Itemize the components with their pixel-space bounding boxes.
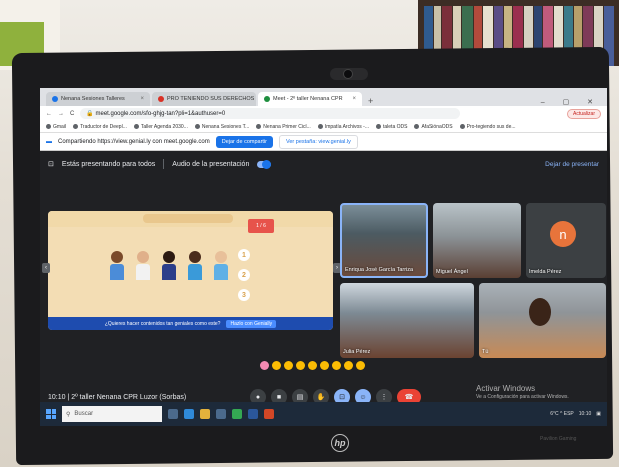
participant-face — [529, 298, 551, 326]
close-icon[interactable]: × — [352, 96, 356, 102]
google-icon — [52, 96, 58, 102]
edge-icon[interactable] — [184, 409, 194, 419]
store-icon[interactable] — [216, 409, 226, 419]
laptop-screen: Nenana Sesiones Talleres × PRO TENIENDO S… — [40, 88, 607, 426]
reload-icon[interactable]: C — [70, 111, 74, 117]
bookmark-item[interactable]: Pro-tegiendo sus de... — [459, 124, 516, 130]
surprised-reaction-icon[interactable] — [320, 361, 329, 370]
task-view-icon[interactable] — [168, 409, 178, 419]
thumbs-up-reaction-icon[interactable] — [272, 361, 281, 370]
bookmark-item[interactable]: Gmail — [46, 124, 66, 130]
meeting-info: 10:10 | 2º taller Nenana CPR Luzor (Sorb… — [48, 394, 187, 401]
meet-window: ⊡ Estás presentando para todos Audio de … — [40, 151, 607, 426]
step-number[interactable]: 1 — [238, 249, 250, 261]
sharing-infobar: ▬ Compartiendo https://view.genial.ly co… — [40, 133, 607, 151]
presentation-bar: ⊡ Estás presentando para todos Audio de … — [48, 159, 272, 169]
address-bar-row: ← → C 🔒 meet.google.com/sfo-ghjg-tan?pli… — [40, 106, 607, 121]
file-explorer-icon[interactable] — [200, 409, 210, 419]
participant-tile[interactable]: Miguel Ángel — [433, 203, 521, 278]
bookmark-item[interactable]: Impatía Archivos -... — [317, 124, 369, 130]
bookmark-item[interactable]: Taller Agenda 2030... — [133, 124, 188, 130]
thumbs-down-reaction-icon[interactable] — [356, 361, 365, 370]
stop-sharing-button[interactable]: Dejar de compartir — [215, 135, 273, 148]
system-tray[interactable]: 6°C ^ ESP 10:10 ▣ — [550, 411, 601, 417]
clap-reaction-icon[interactable] — [296, 361, 305, 370]
photo-scene: Nenana Sesiones Talleres × PRO TENIENDO S… — [0, 0, 619, 467]
step-number[interactable]: 3 — [238, 289, 250, 301]
character-figure — [188, 251, 202, 281]
bookmark-item[interactable]: AfaSiónaODS — [414, 124, 453, 130]
laugh-reaction-icon[interactable] — [308, 361, 317, 370]
tab-sesiones[interactable]: Nenana Sesiones Talleres × — [46, 92, 150, 106]
bookmark-icon — [376, 124, 381, 129]
step-number[interactable]: 2 — [238, 269, 250, 281]
present-icon: ⊡ — [48, 161, 54, 168]
bookmarks-bar: Gmail Traductor de Deepl... Taller Agend… — [40, 121, 607, 133]
windows-activation-watermark: Activar Windows Ve a Configuración para … — [476, 384, 569, 400]
model-label: Pavilion Gaming — [540, 436, 577, 442]
browser-tab-strip: Nenana Sesiones Talleres × PRO TENIENDO S… — [40, 88, 607, 106]
bookmark-icon — [73, 124, 79, 129]
forward-icon[interactable]: → — [58, 111, 64, 117]
meet-icon — [264, 96, 270, 102]
window-controls[interactable]: – ▢ ✕ — [541, 98, 607, 106]
genially-footer: ¿Quieres hacer contenidos tan geniales c… — [48, 317, 333, 330]
switch-tab-button[interactable]: Ver pestaña: view.genial.ly — [279, 134, 358, 149]
slide-counter-badge: 1 / 6 — [248, 219, 274, 233]
bookmark-icon — [194, 124, 200, 129]
character-figure — [136, 251, 150, 281]
chevron-left-icon[interactable]: ‹ — [42, 263, 50, 273]
youtube-icon — [158, 96, 164, 102]
bookmark-icon — [46, 124, 51, 129]
participant-tile[interactable]: n Imelda Pérez — [526, 203, 606, 278]
bookmark-item[interactable]: Nenana Primer Cicl... — [256, 124, 311, 130]
notifications-icon[interactable]: ▣ — [596, 411, 601, 417]
back-icon[interactable]: ← — [46, 111, 52, 117]
chrome-icon[interactable] — [232, 409, 242, 419]
taskbar-search[interactable]: ⚲ Buscar — [62, 406, 162, 422]
hp-logo: hp — [331, 434, 349, 452]
share-screen-icon: ▬ — [46, 138, 52, 145]
audio-toggle[interactable] — [257, 159, 272, 169]
bookmark-item[interactable]: Nenana Sesiones T... — [194, 124, 249, 130]
bookmark-icon — [317, 124, 323, 129]
new-tab-button[interactable]: + — [364, 96, 377, 106]
stop-presenting-link[interactable]: Dejar de presentar — [545, 161, 599, 168]
genially-cta-button[interactable]: Hazlo con Genially — [226, 319, 277, 328]
presented-slide: 1 / 6 1 2 3 ¿Quieres hacer contenidos ta… — [48, 211, 333, 330]
url-input[interactable]: 🔒 meet.google.com/sfo-ghjg-tan?pli=1&aut… — [80, 108, 461, 119]
participant-tile[interactable]: Enriqua José García Tarriza — [340, 203, 428, 278]
tab-meet[interactable]: Meet - 2º taller Nenana CPR × — [258, 92, 362, 106]
lock-icon: 🔒 — [86, 111, 96, 117]
reaction-bar — [260, 361, 365, 370]
bookmark-icon — [133, 124, 139, 129]
avatar: n — [550, 221, 576, 247]
character-figure — [214, 251, 228, 281]
powerpoint-icon[interactable] — [264, 409, 274, 419]
bookmark-icon — [459, 124, 465, 129]
divider — [163, 159, 165, 169]
sad-reaction-icon[interactable] — [332, 361, 341, 370]
thinking-reaction-icon[interactable] — [344, 361, 353, 370]
heart-reaction-icon[interactable] — [260, 361, 269, 370]
bookmark-item[interactable]: Traductor de Deepl... — [73, 124, 127, 130]
webcam — [330, 68, 368, 80]
close-icon[interactable]: × — [140, 96, 144, 102]
tab-derechos[interactable]: PRO TENIENDO SUS DERECHOS× — [152, 92, 256, 106]
update-button[interactable]: Actualizar — [567, 108, 601, 119]
participant-tile[interactable]: Julia Pérez — [340, 283, 474, 358]
clock: 10:10 — [578, 411, 592, 417]
participant-tile[interactable]: Tú — [479, 283, 606, 358]
search-icon: ⚲ — [66, 411, 71, 418]
word-icon[interactable] — [248, 409, 258, 419]
character-figure — [162, 251, 176, 281]
bookmark-icon — [256, 124, 262, 129]
windows-taskbar: ⚲ Buscar 6°C ^ ESP 10:10 ▣ — [40, 402, 607, 426]
windows-start-icon[interactable] — [46, 409, 56, 419]
slide-title-pill — [143, 214, 233, 223]
bookmark-item[interactable]: taleta ODS — [376, 124, 407, 130]
bookmark-icon — [414, 124, 420, 129]
party-reaction-icon[interactable] — [284, 361, 293, 370]
character-figure — [110, 251, 124, 281]
